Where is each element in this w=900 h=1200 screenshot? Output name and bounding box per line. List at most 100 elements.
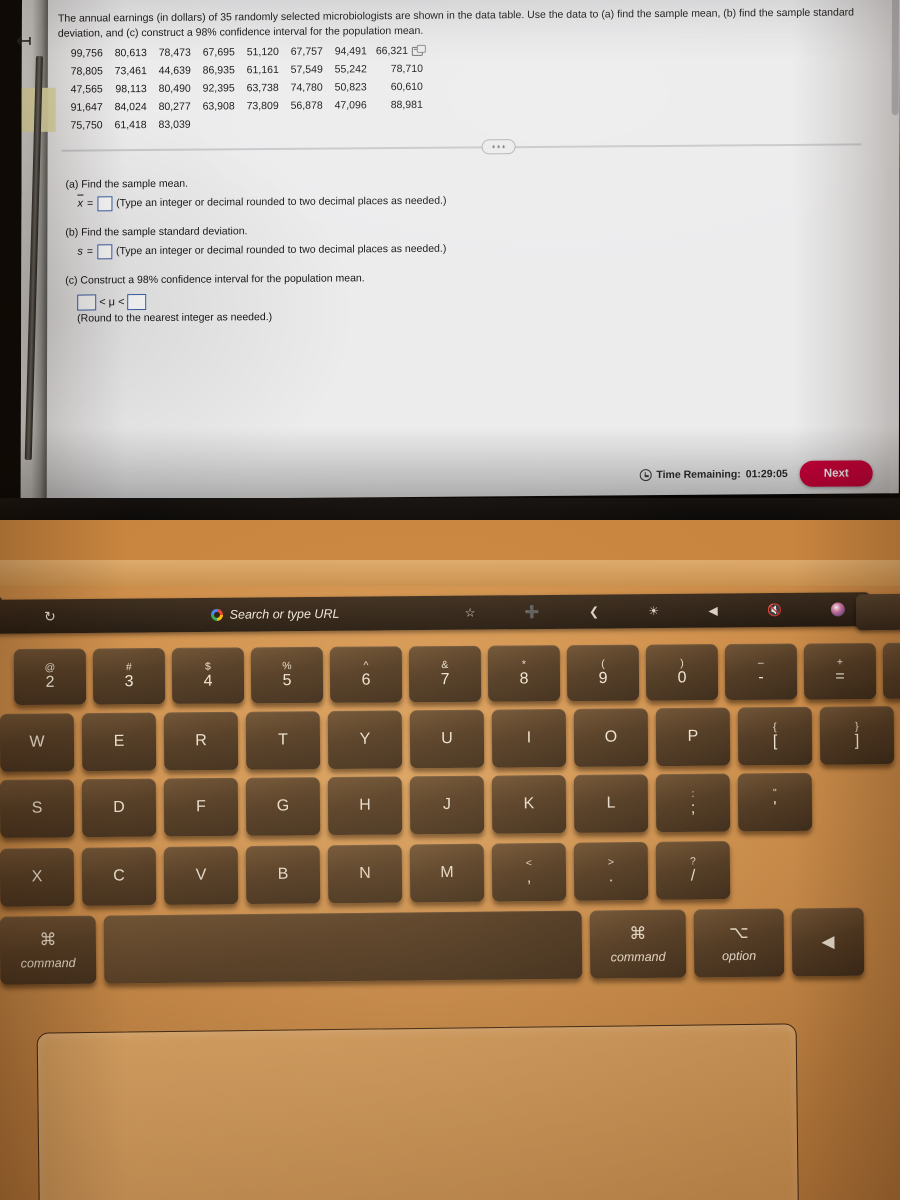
key-sub-label: % (282, 660, 292, 673)
key-i[interactable]: I (491, 708, 567, 768)
key--[interactable]: – - (724, 643, 798, 701)
key-glyph: ⌘ (39, 930, 57, 950)
next-button[interactable]: Next (799, 460, 873, 487)
key-main-label: 7 (440, 671, 450, 689)
time-remaining-value: 01:29:05 (745, 467, 788, 481)
key-y[interactable]: Y (327, 710, 403, 770)
key-6[interactable]: ^ 6 (329, 646, 403, 703)
key-u[interactable]: U (409, 709, 485, 769)
ci-upper-input[interactable] (127, 294, 147, 311)
key-8[interactable]: * 8 (487, 645, 561, 702)
part-b-label: (b) Find the sample standard deviation. (65, 225, 248, 239)
key-bracket-left[interactable]: {[ (737, 706, 813, 766)
popup-window-icon[interactable] (411, 46, 423, 56)
page-scrollbar[interactable] (889, 0, 900, 494)
key-sub-label: ) (680, 657, 684, 670)
table-cell: 94,491 (334, 45, 367, 58)
key-4[interactable]: $4 (171, 647, 245, 704)
key-main-label: , (526, 869, 532, 887)
key-0[interactable]: ) 0 (645, 644, 719, 701)
key-b[interactable]: B (245, 845, 321, 905)
key-w[interactable]: W (0, 713, 75, 772)
key-arrow-left[interactable]: ◀ (791, 907, 865, 977)
scrollbar-thumb[interactable] (891, 0, 899, 116)
key-j[interactable]: J (409, 775, 485, 835)
table-cell: 73,461 (114, 65, 147, 78)
key-main-label: U (441, 729, 453, 748)
section-divider (61, 139, 862, 155)
key-command-left[interactable]: ⌘ command (0, 915, 97, 985)
key-main-label: R (195, 732, 207, 750)
key-bracket-right[interactable]: }] (819, 706, 895, 765)
key-s[interactable]: S (0, 779, 75, 838)
table-cell: 86,935 (202, 64, 235, 77)
star-icon[interactable]: ☆ (465, 606, 476, 620)
brightness-icon[interactable]: ☀ (648, 604, 659, 618)
key-glyph: ⌘ (629, 923, 647, 944)
touchbar-url-placeholder: Search or type URL (229, 606, 340, 622)
back-arrow-icon[interactable]: ↤ (6, 26, 42, 56)
key-delete[interactable]: delete (882, 642, 900, 699)
ci-lower-input[interactable] (77, 294, 97, 311)
key-2[interactable]: @2 (13, 648, 87, 706)
key-c[interactable]: C (81, 847, 157, 906)
table-cell: 73,809 (246, 99, 279, 113)
key-g[interactable]: G (245, 777, 321, 836)
key-h[interactable]: H (327, 776, 403, 836)
key-option-right[interactable]: ⌥ option (693, 908, 785, 978)
key-t[interactable]: T (245, 711, 321, 770)
part-b-input[interactable] (96, 244, 112, 260)
key-v[interactable]: V (163, 846, 239, 905)
table-cell: 66,321 (376, 42, 432, 60)
part-a-input[interactable] (97, 196, 113, 212)
touchbar-reload-icon[interactable]: ↻ (0, 607, 110, 625)
key-o[interactable]: O (573, 708, 649, 767)
more-options-pill[interactable] (481, 139, 516, 155)
key-=[interactable]: + = (803, 643, 877, 700)
mute-icon[interactable]: 🔇 (767, 603, 782, 617)
key-command-right[interactable]: ⌘ command (589, 909, 687, 979)
key-f[interactable]: F (163, 777, 239, 837)
key-9[interactable]: (9 (566, 644, 640, 702)
key-e[interactable]: E (81, 712, 157, 772)
touch-bar[interactable]: ↻ Search or type URL ☆ ➕ ❮ ☀ ◀ 🔇 (0, 592, 871, 634)
key-r[interactable]: R (163, 711, 239, 771)
table-cell: 63,738 (246, 81, 279, 95)
key-3[interactable]: #3 (92, 647, 166, 705)
key-main-label: W (29, 733, 45, 751)
key-main-label: K (523, 795, 535, 813)
key-sub-label: & (441, 659, 449, 672)
key-x[interactable]: X (0, 847, 75, 907)
key-p[interactable]: P (655, 707, 731, 767)
plus-circle-icon[interactable]: ➕ (525, 605, 540, 619)
key-l[interactable]: L (573, 774, 649, 833)
trackpad[interactable] (36, 1023, 800, 1200)
power-key[interactable] (855, 593, 900, 631)
volume-icon[interactable]: ◀ (708, 603, 717, 617)
touchbar-url-field[interactable]: Search or type URL (110, 606, 440, 623)
key-main-label: / (690, 867, 696, 885)
key-5[interactable]: % 5 (250, 646, 324, 704)
key-k[interactable]: K (491, 774, 567, 834)
key-semicolon[interactable]: :; (655, 773, 731, 833)
key-space[interactable] (103, 910, 583, 984)
key-main-label: - (758, 668, 764, 686)
key-m[interactable]: M (409, 843, 485, 903)
siri-icon[interactable] (831, 602, 846, 617)
key-slash[interactable]: ? / (655, 841, 731, 900)
table-cell: 92,395 (202, 82, 235, 95)
key-main-label: D (113, 798, 125, 816)
chevron-left-icon[interactable]: ❮ (589, 605, 599, 619)
key-period[interactable]: >. (573, 841, 649, 901)
table-cell: 88,981 (390, 98, 423, 112)
key-main-label: F (196, 798, 206, 816)
key-quote[interactable]: " ' (737, 772, 813, 832)
key-7[interactable]: & 7 (408, 645, 482, 703)
key-n[interactable]: N (327, 844, 403, 904)
laptop-screen: ↤ The annual earnings (in dollars) of 35… (0, 0, 900, 520)
key-comma[interactable]: <, (491, 842, 567, 902)
key-d[interactable]: D (81, 778, 157, 838)
key-sub-label: $ (204, 660, 211, 673)
part-a-equals: = (86, 197, 94, 210)
key-main-label: 6 (361, 671, 371, 689)
